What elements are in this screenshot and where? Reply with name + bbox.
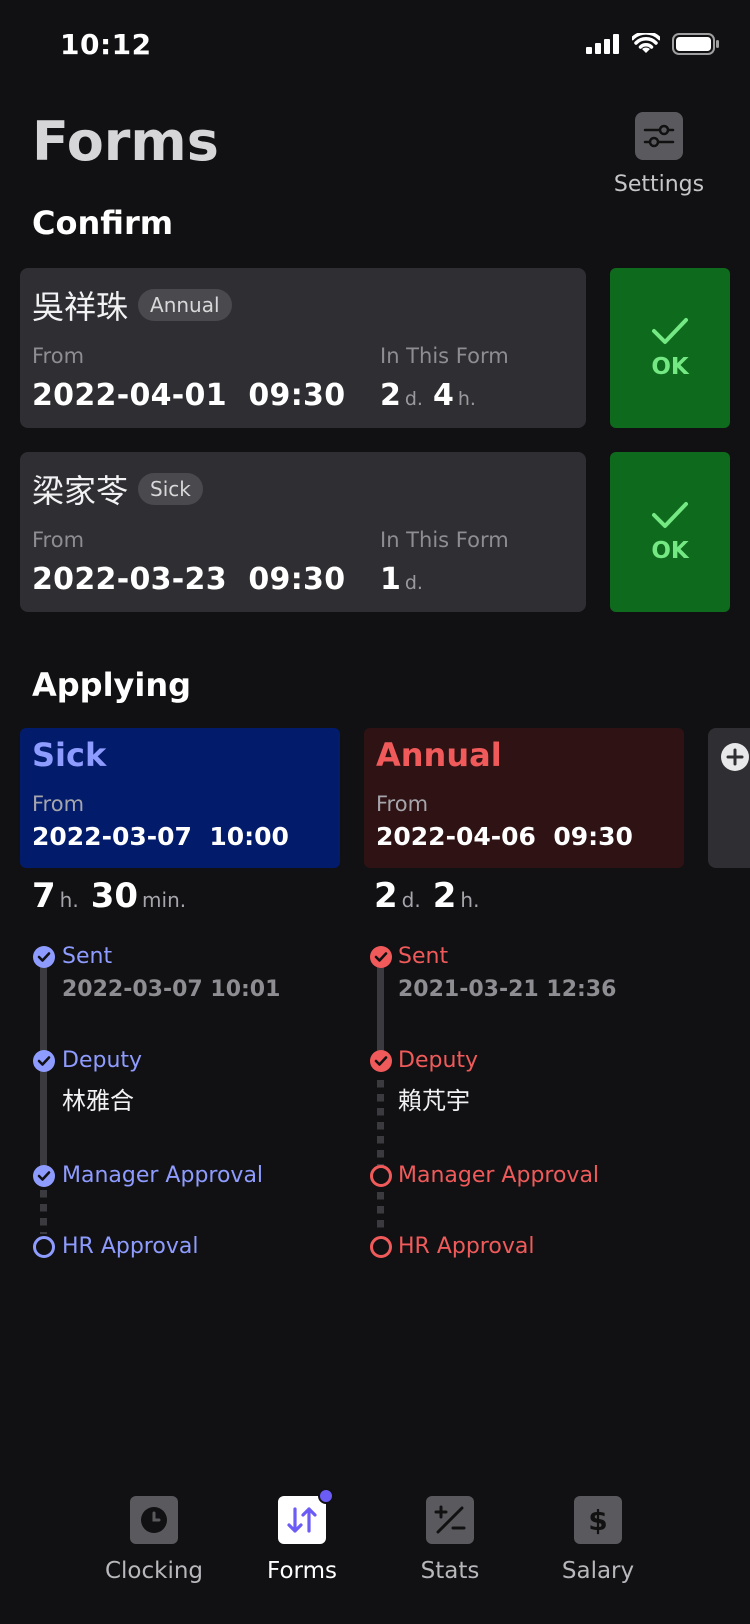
page-title: Forms	[32, 110, 219, 173]
status-icons	[586, 33, 720, 55]
ok-label: OK	[651, 354, 689, 380]
applying-section-title: Applying	[32, 666, 192, 704]
battery-icon	[672, 33, 719, 55]
ok-button[interactable]: OK	[610, 268, 730, 428]
empty-circle-icon	[370, 1165, 392, 1187]
status-bar: 10:12	[0, 0, 750, 90]
step-timestamp: 2021-03-21 12:36	[398, 977, 617, 1002]
status-time: 10:12	[60, 28, 152, 61]
settings-label: Settings	[613, 172, 705, 197]
in-form-label: In This Form	[380, 344, 509, 368]
check-circle-icon	[370, 1050, 392, 1072]
from-label: From	[32, 528, 85, 552]
confirm-card[interactable]: 吳祥珠 Annual From In This Form 2022-04-01 …	[20, 268, 586, 428]
form-type: Sick	[32, 736, 107, 774]
step-label: Deputy	[62, 1048, 143, 1073]
tab-clocking[interactable]: Clocking	[84, 1496, 224, 1584]
form-duration: 1 d.	[380, 562, 429, 597]
check-icon	[652, 502, 688, 528]
confirm-card[interactable]: 梁家苓 Sick From In This Form 2022-03-23 09…	[20, 452, 586, 612]
duration-days-unit: d.	[404, 388, 423, 410]
duration-value: 2	[432, 876, 457, 916]
duration-value: 2	[374, 876, 398, 916]
timeline-pending-line	[40, 1190, 47, 1234]
empty-circle-icon	[370, 1236, 392, 1258]
tab-label: Salary	[561, 1558, 635, 1584]
duration-hours-unit: h.	[457, 388, 476, 410]
duration-value: 30	[90, 876, 139, 916]
tab-label: Clocking	[104, 1558, 204, 1584]
check-icon	[652, 318, 688, 344]
applying-form-card-annual[interactable]: Annual From 2022-04-06 09:30	[364, 728, 684, 868]
plus-circle-icon	[721, 743, 749, 771]
plus-minus-icon	[426, 1496, 474, 1544]
from-date: 2022-04-06 09:30	[376, 822, 633, 851]
from-date: 2022-03-23 09:30	[32, 562, 346, 597]
duration-unit: min.	[142, 888, 187, 912]
in-form-label: In This Form	[380, 528, 509, 552]
from-label: From	[32, 792, 85, 816]
dollar-icon: $	[574, 1496, 622, 1544]
from-date: 2022-04-01 09:30	[32, 378, 346, 413]
step-label: Sent	[398, 944, 449, 969]
confirm-name-row: 梁家苓 Sick	[32, 466, 203, 512]
check-circle-icon	[33, 1165, 55, 1187]
from-label: From	[32, 344, 85, 368]
from-label: From	[376, 792, 429, 816]
employee-name: 吳祥珠	[32, 288, 129, 326]
tab-stats[interactable]: Stats	[380, 1496, 520, 1584]
duration-days: 1	[380, 562, 401, 597]
step-label: Manager Approval	[398, 1163, 600, 1188]
step-timestamp: 2022-03-07 10:01	[62, 977, 281, 1002]
notification-badge	[318, 1488, 334, 1504]
check-circle-icon	[370, 946, 392, 968]
duration-value: 7	[32, 876, 56, 916]
step-label: Sent	[62, 944, 113, 969]
add-form-button[interactable]	[708, 728, 750, 868]
tab-label: Forms	[267, 1558, 337, 1584]
form-duration: 2 d. 4 h.	[380, 378, 482, 413]
confirm-name-row: 吳祥珠 Annual	[32, 282, 232, 328]
duration-unit: h.	[59, 888, 79, 912]
confirm-section-title: Confirm	[32, 204, 174, 242]
leave-type-tag: Annual	[138, 289, 232, 321]
timeline-line	[377, 957, 384, 1057]
from-date: 2022-03-07 10:00	[32, 822, 289, 851]
duration-days-unit: d.	[404, 572, 423, 594]
check-circle-icon	[33, 1050, 55, 1072]
duration-unit: h.	[460, 888, 480, 912]
step-label: HR Approval	[398, 1234, 535, 1259]
duration-hours: 4	[432, 378, 454, 413]
swap-arrows-icon	[278, 1488, 334, 1544]
duration-days: 2	[380, 378, 401, 413]
step-label: Manager Approval	[62, 1163, 264, 1188]
duration-unit: d.	[401, 888, 421, 912]
svg-text:$: $	[588, 1504, 607, 1537]
step-label: Deputy	[398, 1048, 479, 1073]
employee-name: 梁家苓	[32, 472, 129, 510]
wifi-icon	[632, 33, 660, 53]
settings-button[interactable]: Settings	[604, 110, 714, 197]
ok-label: OK	[651, 538, 689, 564]
sliders-icon	[635, 112, 683, 160]
timeline-pending-line	[377, 1080, 384, 1230]
applying-form-card-sick[interactable]: Sick From 2022-03-07 10:00	[20, 728, 340, 868]
tab-label: Stats	[420, 1558, 480, 1584]
empty-circle-icon	[33, 1236, 55, 1258]
step-label: HR Approval	[62, 1234, 199, 1259]
ok-button[interactable]: OK	[610, 452, 730, 612]
form-duration: 2 d. 2 h.	[374, 876, 487, 916]
signal-icon	[586, 34, 619, 54]
clock-icon	[130, 1496, 178, 1544]
tab-bar: Clocking Forms Stats $ Salary	[0, 1470, 750, 1624]
form-type: Annual	[376, 736, 502, 774]
check-circle-icon	[33, 946, 55, 968]
deputy-name: 賴芃宇	[398, 1087, 470, 1115]
deputy-name: 林雅合	[62, 1087, 134, 1115]
tab-salary[interactable]: $ Salary	[528, 1496, 668, 1584]
form-duration: 7 h. 30 min.	[32, 876, 194, 916]
leave-type-tag: Sick	[138, 473, 203, 505]
tab-forms[interactable]: Forms	[232, 1488, 372, 1584]
